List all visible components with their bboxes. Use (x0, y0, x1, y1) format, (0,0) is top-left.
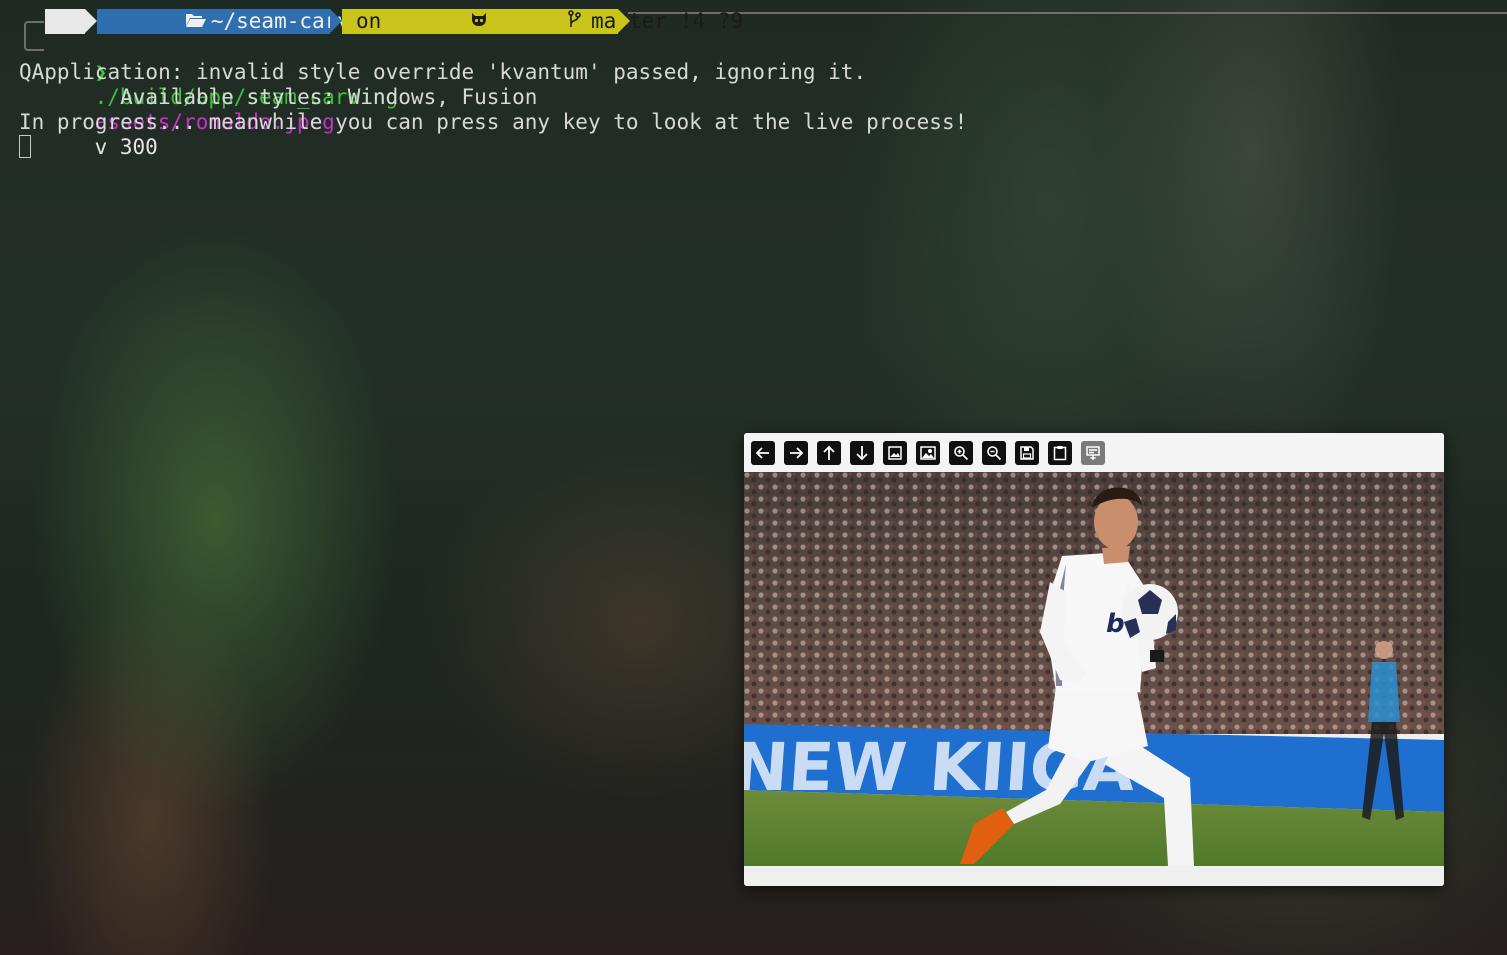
prompt-git-segment: on master !4 ?9 (342, 9, 743, 34)
prompt-os-segment (45, 9, 109, 34)
clipboard-icon[interactable] (1048, 440, 1072, 465)
image-portrait-icon[interactable] (916, 440, 940, 465)
terminal-cursor[interactable] (19, 135, 31, 158)
output-line: QApplication: invalid style override 'kv… (19, 60, 867, 84)
prompt-git-prefix: on (356, 9, 382, 33)
photo-footballer: NEW KIIGA b (744, 472, 1444, 866)
git-branch-icon (491, 0, 581, 59)
prompt-git-status: !4 ?9 (679, 9, 744, 33)
up-arrow-icon[interactable] (817, 440, 841, 465)
output-line: Available styles: Windows, Fusion (19, 85, 538, 109)
zoom-out-icon[interactable] (982, 440, 1006, 465)
prompt-separator-line (628, 12, 1507, 14)
svg-text:b: b (1106, 609, 1125, 639)
viewer-toolbar (744, 433, 1444, 472)
github-octocat-icon (393, 0, 489, 59)
command-rest-args: v 300 (94, 135, 158, 159)
viewer-status-bar (744, 866, 1444, 886)
zoom-in-icon[interactable] (949, 440, 973, 465)
powerline-separator (85, 9, 97, 33)
powerline-separator (330, 9, 342, 33)
down-arrow-icon[interactable] (850, 440, 874, 465)
carving-image: NEW KIIGA b (744, 472, 1444, 866)
save-icon[interactable] (1015, 440, 1039, 465)
output-line: In progress... meanwhile you can press a… (19, 110, 968, 134)
properties-icon[interactable] (1081, 440, 1105, 465)
image-viewer-window: NEW KIIGA b (744, 433, 1444, 886)
prompt-directory-segment: ~/seam-carving (97, 9, 388, 34)
powerline-separator (618, 9, 630, 33)
image-icon[interactable] (883, 440, 907, 465)
forward-arrow-icon[interactable] (784, 440, 808, 465)
back-arrow-icon[interactable] (751, 440, 775, 465)
